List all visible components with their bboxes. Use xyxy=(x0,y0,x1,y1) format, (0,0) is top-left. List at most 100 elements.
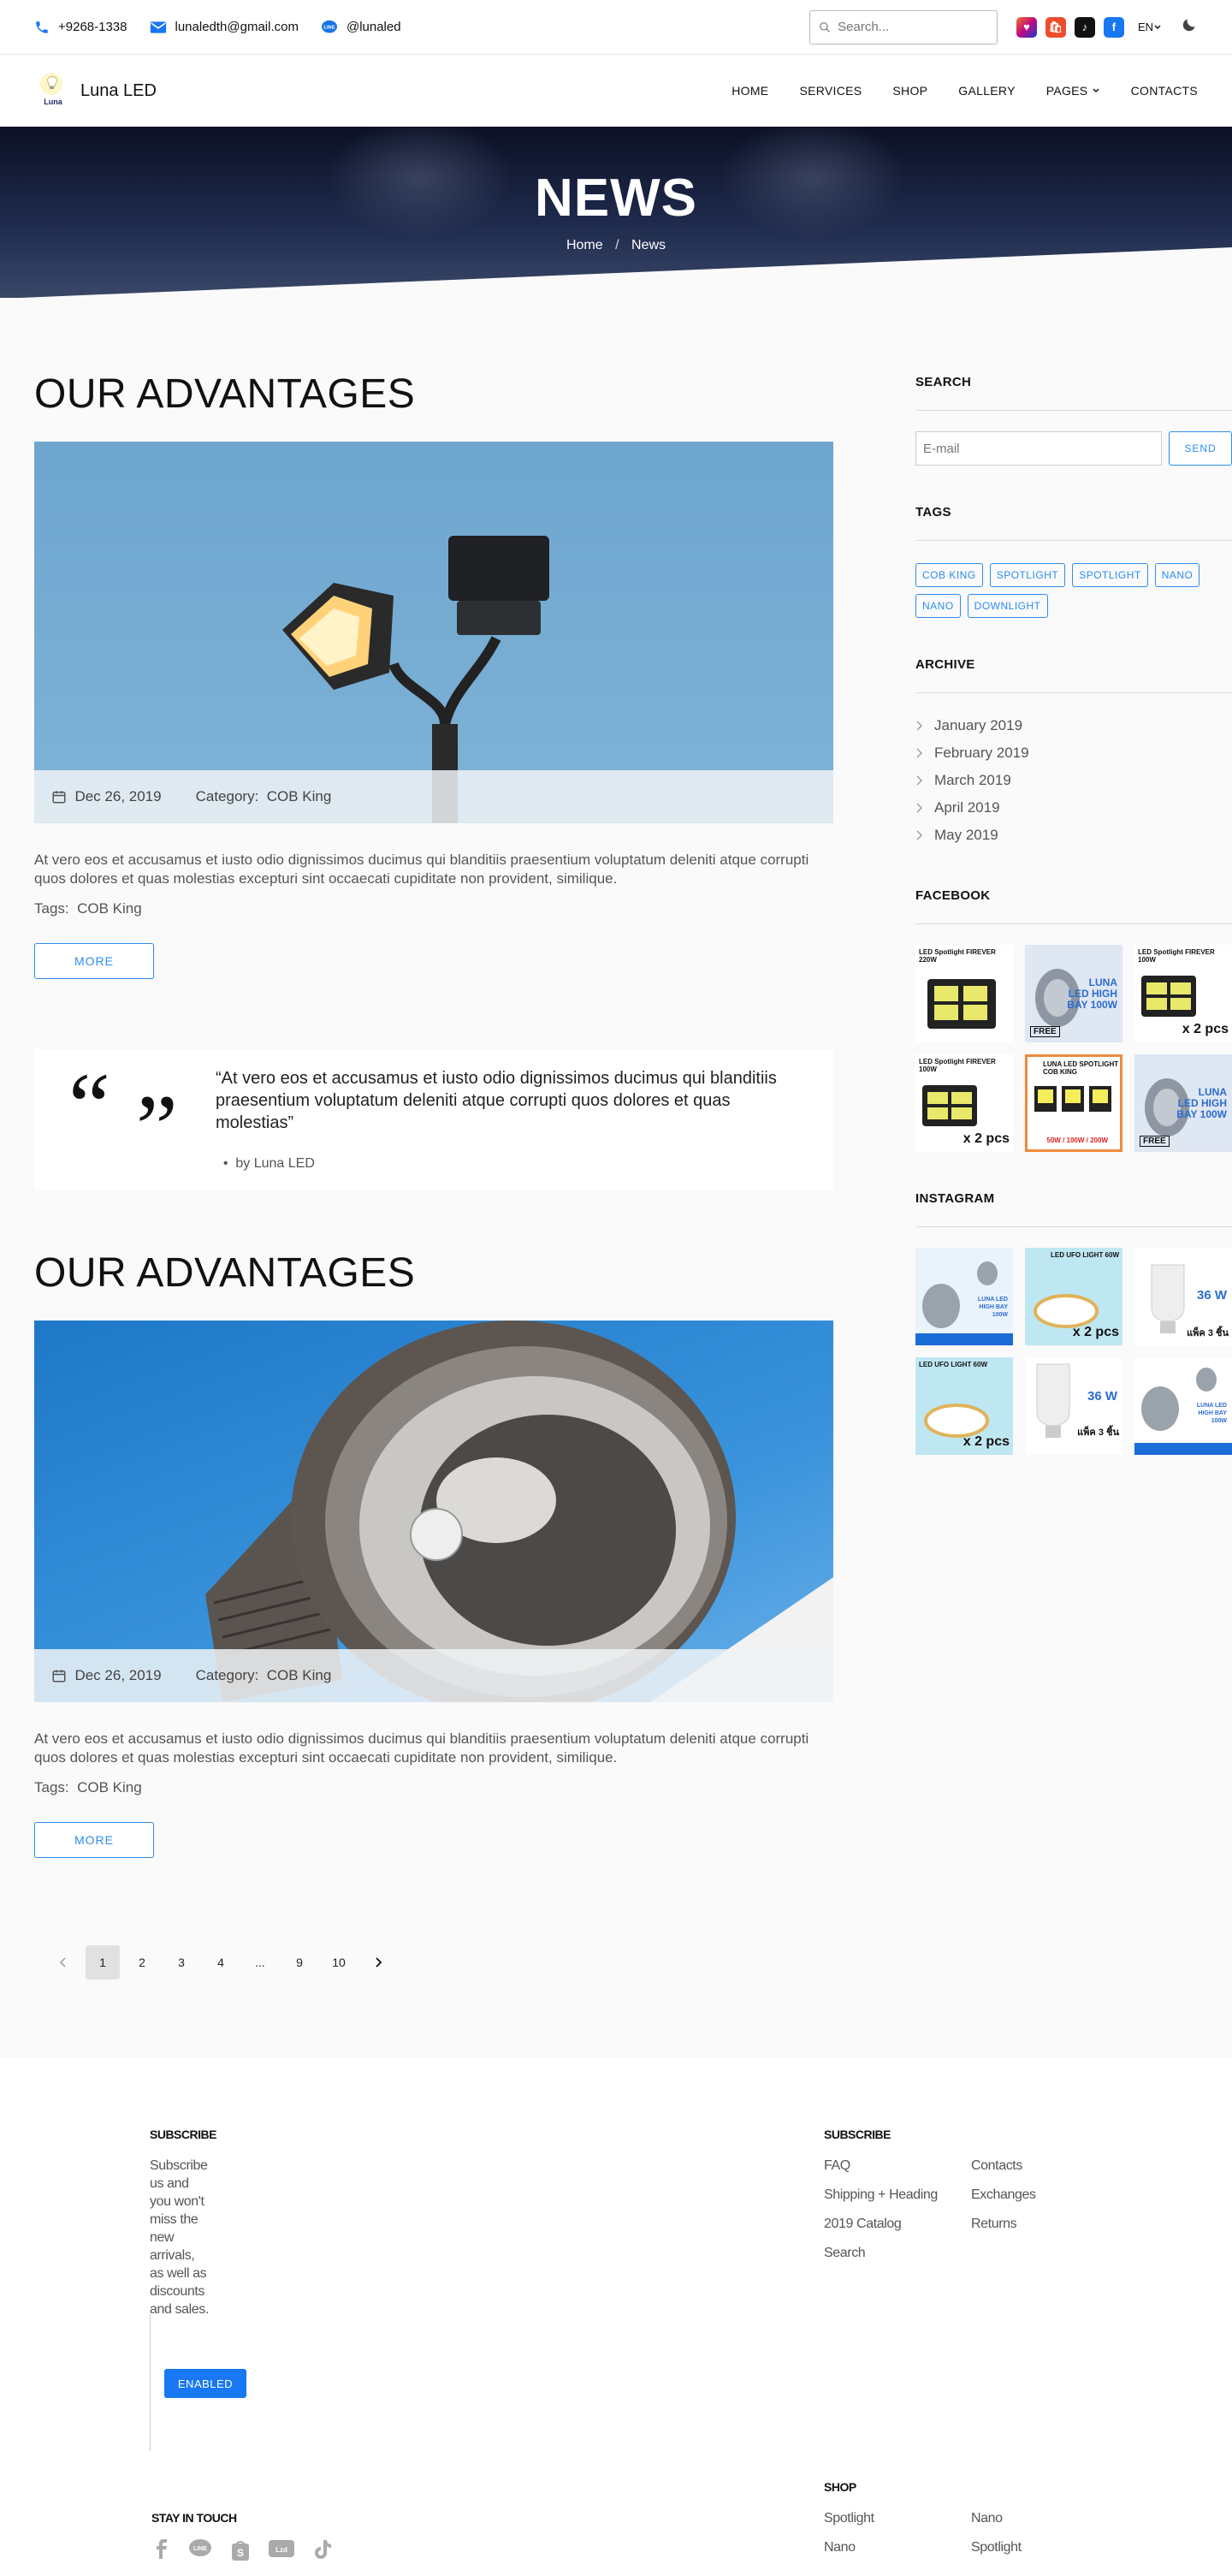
tag-chip[interactable]: SPOTLIGHT xyxy=(989,563,1066,587)
facebook-icon[interactable]: f xyxy=(1103,16,1124,38)
instagram-thumb[interactable]: LED UFO LIGHT 60W x 2 pcs xyxy=(1025,1248,1122,1345)
nav-pages[interactable]: PAGES xyxy=(1046,84,1100,98)
lazada-icon[interactable]: Lzd xyxy=(268,2538,295,2559)
footer-heading: SUBSCRIBE xyxy=(150,2128,216,2141)
thumb-caption: LUNA LED HIGH BAY 100W xyxy=(1067,976,1117,1011)
top-search-input[interactable] xyxy=(838,20,988,34)
facebook-thumb[interactable]: LED Spotlight FIREVER 100W x 2 pcs xyxy=(1134,945,1232,1042)
tiktok-icon[interactable] xyxy=(312,2538,331,2559)
instagram-thumb[interactable]: 36 W แพ็ค 3 ชิ้น xyxy=(1134,1248,1232,1345)
post-title[interactable]: OUR ADVANTAGES xyxy=(34,1249,833,1297)
footer-link[interactable]: 2019 Catalog xyxy=(824,2217,971,2232)
archive-item[interactable]: February 2019 xyxy=(915,739,1232,767)
dark-mode-toggle[interactable] xyxy=(1181,16,1198,38)
footer-link[interactable]: Contacts xyxy=(971,2158,1074,2174)
archive-item[interactable]: May 2019 xyxy=(915,822,1232,849)
more-button[interactable]: MORE xyxy=(34,1822,154,1858)
footer-link[interactable]: Nano xyxy=(971,2511,1074,2526)
prev-page-button[interactable] xyxy=(46,1945,80,1979)
sidebar-email-input[interactable] xyxy=(915,431,1162,466)
footer-link[interactable]: Exchanges xyxy=(971,2187,1074,2203)
post-image[interactable]: Dec 26, 2019 Category: COB King xyxy=(34,442,833,823)
footer-link[interactable]: Shipping + Heading xyxy=(824,2187,971,2203)
tag-chip[interactable]: NANO xyxy=(915,594,961,618)
thumb-caption: 36 W xyxy=(1087,1389,1117,1404)
nav-home[interactable]: HOME xyxy=(732,84,768,98)
tag-chip[interactable]: SPOTLIGHT xyxy=(1072,563,1148,587)
chevron-down-icon xyxy=(1093,88,1099,93)
page-button[interactable]: 4 xyxy=(204,1945,238,1979)
thumb-caption: LUNA LED HIGH BAY 100W xyxy=(977,1297,1008,1318)
footer-link[interactable]: Spotlight xyxy=(971,2540,1074,2555)
post-tags: Tags: COB King xyxy=(34,900,833,917)
footer-link[interactable]: Nano xyxy=(824,2540,971,2555)
footer-link[interactable]: Search xyxy=(824,2246,971,2261)
page-button[interactable]: 1 xyxy=(86,1945,120,1979)
thumb-caption: LED Spotlight FIREVER 100W xyxy=(919,1058,996,1073)
footer-links: SUBSCRIBE FAQ Contacts Shipping + Headin… xyxy=(824,2128,1074,2261)
top-search[interactable] xyxy=(808,9,998,45)
nav-gallery[interactable]: GALLERY xyxy=(958,84,1015,98)
tag-chip[interactable]: COB KING xyxy=(915,563,983,587)
search-icon xyxy=(820,21,830,33)
nav-services[interactable]: SERVICES xyxy=(799,84,862,98)
logo-mark: Luna xyxy=(34,72,72,110)
page-button[interactable]: 10 xyxy=(322,1945,356,1979)
archive-item[interactable]: April 2019 xyxy=(915,794,1232,822)
shopee-icon[interactable]: 🛍 xyxy=(1045,16,1066,38)
post-title[interactable]: OUR ADVANTAGES xyxy=(34,371,833,418)
line-contact[interactable]: LINE @lunaled xyxy=(321,20,401,35)
tag-chip[interactable]: DOWNLIGHT xyxy=(967,594,1048,618)
thumb-badge: x 2 pcs xyxy=(1182,1022,1229,1036)
facebook-icon[interactable] xyxy=(151,2538,170,2559)
quote-marks-icon: “” xyxy=(68,1054,178,1180)
post-image[interactable]: Dec 26, 2019 Category: COB King xyxy=(34,1321,833,1702)
footer-link[interactable]: Spotlight xyxy=(824,2511,971,2526)
chevron-right-icon xyxy=(916,775,922,786)
tag-chip[interactable]: NANO xyxy=(1154,563,1200,587)
footer-link[interactable]: FAQ xyxy=(824,2158,971,2174)
next-page-button[interactable] xyxy=(361,1945,395,1979)
post-tag[interactable]: COB King xyxy=(77,1779,142,1795)
line-icon[interactable]: LINE xyxy=(187,2538,213,2559)
phone-contact[interactable]: +9268-1338 xyxy=(34,20,127,35)
send-button[interactable]: SEND xyxy=(1169,431,1232,466)
brand-logo[interactable]: Luna Luna LED xyxy=(34,72,157,110)
more-button[interactable]: MORE xyxy=(34,943,154,979)
facebook-thumb[interactable]: LUNA LED HIGH BAY 100W FREE xyxy=(1025,945,1122,1042)
facebook-thumb[interactable]: LUNA LED SPOTLIGHT COB KING 50W / 100W / … xyxy=(1025,1054,1122,1152)
top-bar: +9268-1338 lunaledth@gmail.com LINE @lun… xyxy=(0,0,1232,55)
chevron-right-icon xyxy=(376,1957,382,1968)
shopee-icon[interactable]: S xyxy=(230,2538,251,2561)
mail-icon xyxy=(150,21,166,33)
facebook-thumb[interactable]: LED Spotlight FIREVER 100W x 2 pcs xyxy=(915,1054,1013,1152)
lazada-icon[interactable]: ♥ xyxy=(1016,16,1037,38)
facebook-thumb[interactable]: LUNA LED HIGH BAY 100W FREE xyxy=(1134,1054,1232,1152)
email-contact[interactable]: lunaledth@gmail.com xyxy=(150,20,299,34)
instagram-thumb[interactable]: 36 W แพ็ค 3 ชิ้น xyxy=(1025,1357,1122,1455)
post-category[interactable]: COB King xyxy=(267,788,332,805)
page-button[interactable]: 3 xyxy=(164,1945,198,1979)
post-excerpt: At vero eos et accusamus et iusto odio d… xyxy=(34,852,809,887)
language-select[interactable]: EN xyxy=(1138,21,1162,33)
page-button[interactable]: 9 xyxy=(282,1945,317,1979)
archive-month: May 2019 xyxy=(934,827,998,843)
post-category-label: Category: xyxy=(195,788,259,804)
archive-item[interactable]: January 2019 xyxy=(915,712,1232,739)
quote-block: “” “At vero eos et accusamus et iusto od… xyxy=(34,1049,833,1190)
nav-shop[interactable]: SHOP xyxy=(892,84,927,98)
enabled-button[interactable]: ENABLED xyxy=(164,2369,246,2398)
footer-link[interactable]: Returns xyxy=(971,2217,1074,2232)
instagram-thumb[interactable]: LUNA LED HIGH BAY 100W xyxy=(915,1248,1013,1345)
instagram-thumb[interactable]: LED UFO LIGHT 60W x 2 pcs xyxy=(915,1357,1013,1455)
language-value: EN xyxy=(1137,21,1153,33)
page-button[interactable]: 2 xyxy=(125,1945,159,1979)
post-category[interactable]: COB King xyxy=(267,1667,332,1684)
instagram-thumb[interactable]: LUNA LED HIGH BAY 100W xyxy=(1134,1357,1232,1455)
tiktok-icon[interactable]: ♪ xyxy=(1074,16,1095,38)
facebook-thumb[interactable]: LED Spotlight FIREVER 220W xyxy=(915,945,1013,1042)
nav-contacts[interactable]: CONTACTS xyxy=(1131,84,1198,98)
thumb-badge: แพ็ค 3 ชิ้น xyxy=(1187,1328,1229,1338)
archive-item[interactable]: March 2019 xyxy=(915,767,1232,794)
post-tag[interactable]: COB King xyxy=(77,900,142,917)
